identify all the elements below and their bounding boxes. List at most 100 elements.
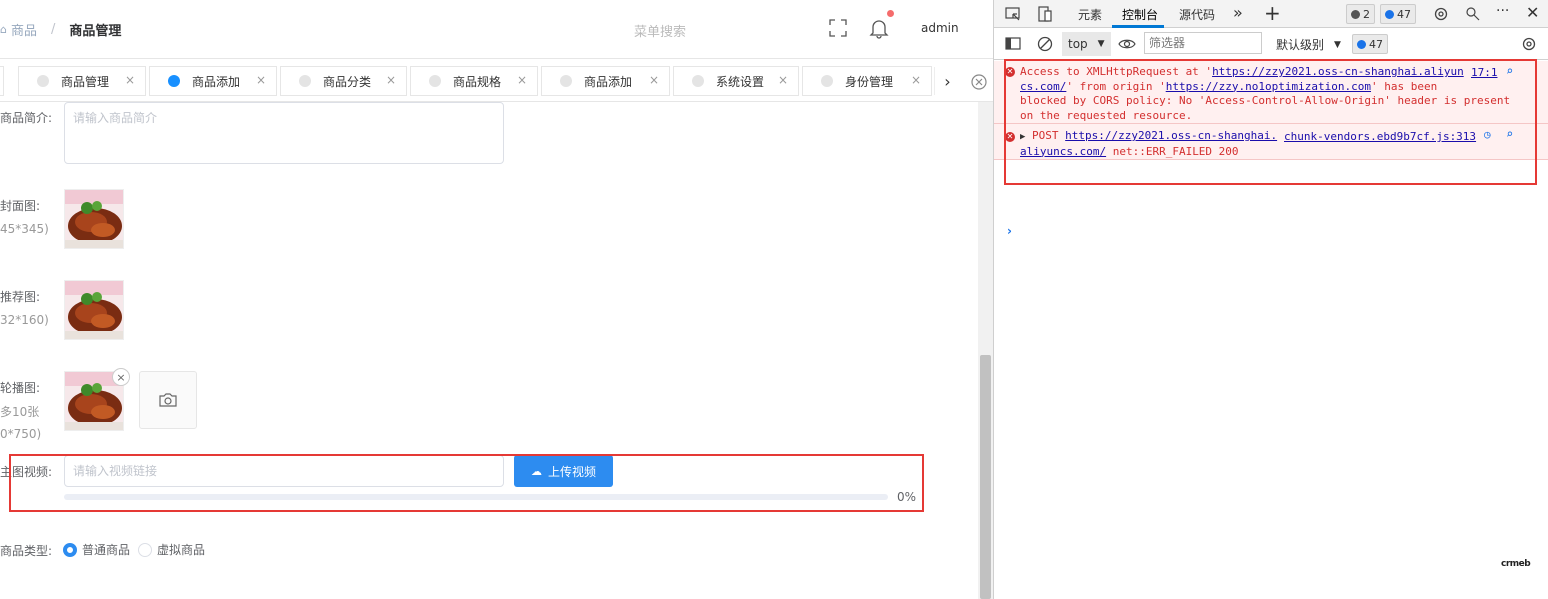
upload-image-button[interactable] — [139, 371, 197, 429]
carousel-size-hint: 0*750) — [0, 427, 42, 441]
radio-normal-goods[interactable]: 普通商品 — [63, 541, 130, 558]
close-devtools-icon[interactable]: ✕ — [1526, 3, 1539, 22]
add-tab-icon[interactable]: + — [1264, 1, 1281, 25]
close-icon[interactable]: × — [256, 73, 266, 87]
tab-system-settings[interactable]: 系统设置 × — [673, 66, 799, 96]
context-select[interactable]: top ▼ — [1062, 32, 1111, 56]
cover-image[interactable] — [64, 189, 124, 249]
tab-console[interactable]: 控制台 — [1122, 6, 1158, 23]
close-icon[interactable]: × — [386, 73, 396, 87]
clear-console-icon[interactable] — [1036, 35, 1054, 53]
message-count: 47 — [1397, 7, 1411, 21]
tab-dot — [429, 75, 441, 87]
intro-textarea[interactable]: 请输入商品简介 — [64, 102, 504, 164]
search-icon[interactable]: ⌕ — [1506, 127, 1513, 142]
tab-dot — [821, 75, 833, 87]
menu-search-input[interactable]: 菜单搜索 — [634, 21, 686, 40]
radio-label: 虚拟商品 — [157, 543, 206, 557]
error-line-2: cs.com/' from origin 'https://zzy.no1opt… — [1020, 79, 1438, 93]
error-count-badge[interactable]: 2 — [1346, 4, 1375, 24]
tags-view-bar: 商品管理 × 商品添加 × 商品分类 × 商品规格 × 商品添加 × 系统设置 … — [0, 58, 993, 102]
tab-goods-add-2[interactable]: 商品添加 × — [541, 66, 670, 96]
tab-label: 商品添加 — [192, 74, 241, 89]
home-icon[interactable]: ⌂ — [0, 23, 7, 36]
fullscreen-icon[interactable] — [829, 19, 847, 37]
origin-url-link[interactable]: https://zzy.no1optimization.com — [1166, 80, 1371, 93]
tab-role-manage[interactable]: 身份管理 × — [802, 66, 932, 96]
log-level-value: 默认级别 — [1276, 38, 1325, 52]
device-toolbar-icon[interactable] — [1036, 5, 1054, 23]
more-tabs-icon[interactable]: » — [1233, 3, 1243, 22]
breadcrumb: ⌂ 商品 / 商品管理 — [0, 20, 121, 39]
upload-progress-text: 0% — [897, 490, 917, 504]
toolbar-message-count: 47 — [1369, 37, 1383, 51]
network-icon[interactable]: ◷ — [1484, 128, 1491, 143]
upload-video-button[interactable]: ☁ 上传视频 — [514, 455, 613, 487]
tab-goods-manage[interactable]: 商品管理 × — [18, 66, 146, 96]
inspect-icon[interactable] — [1004, 5, 1022, 23]
tab-goods-category[interactable]: 商品分类 × — [280, 66, 407, 96]
cover-size-hint: 45*345) — [0, 222, 49, 236]
intro-label: 商品简介: — [0, 111, 53, 125]
source-link[interactable]: chunk-vendors.ebd9b7cf.js:313 — [1284, 130, 1476, 145]
console-prompt[interactable]: › — [1007, 224, 1012, 238]
gear-icon[interactable] — [1432, 5, 1450, 23]
devtools-panel: 元素 控制台 源代码 » + 2 47 ··· ✕ top ▼ 筛选器 默认级别… — [993, 0, 1548, 599]
close-all-tabs-icon[interactable] — [966, 69, 992, 95]
radio-circle — [138, 542, 152, 557]
error-url-link[interactable]: https://zzy2021.oss-cn-shanghai.aliyun — [1212, 65, 1464, 78]
close-icon[interactable]: × — [778, 73, 788, 87]
bell-icon[interactable] — [868, 17, 890, 39]
tab-elements[interactable]: 元素 — [1078, 6, 1102, 23]
source-link[interactable]: 17:1 — [1471, 66, 1498, 81]
toolbar-message-badge[interactable]: 47 — [1352, 34, 1388, 54]
eye-icon[interactable] — [1118, 35, 1136, 53]
close-icon[interactable]: × — [911, 73, 921, 87]
tab-label: 商品分类 — [323, 74, 372, 89]
console-error-post[interactable]: ✕ ▶ POST https://zzy2021.oss-cn-shanghai… — [994, 124, 1548, 160]
cover-label: 封面图: — [0, 199, 41, 213]
tab-partial[interactable] — [0, 66, 4, 96]
close-icon[interactable]: × — [517, 73, 527, 87]
log-level-select[interactable]: 默认级别 ▼ — [1276, 36, 1341, 53]
sidebar-toggle-icon[interactable] — [1004, 35, 1022, 53]
remove-image-icon[interactable]: × — [112, 368, 130, 386]
customize-icon[interactable] — [1464, 5, 1482, 23]
user-menu[interactable]: admin — [921, 21, 959, 35]
search-icon[interactable]: ⌕ — [1506, 64, 1513, 79]
breadcrumb-root[interactable]: 商品 — [11, 20, 37, 39]
radio-virtual-goods[interactable]: 虚拟商品 — [138, 541, 205, 558]
tab-label: 商品规格 — [453, 74, 502, 89]
post-url-link[interactable]: https://zzy2021.oss-cn-shanghai. — [1065, 129, 1277, 142]
watermark-logo: crmeb — [1501, 559, 1531, 569]
console-error-cors[interactable]: ✕ Access to XMLHttpRequest at 'https://z… — [994, 61, 1548, 124]
message-count-badge[interactable]: 47 — [1380, 4, 1416, 24]
error-count: 2 — [1363, 7, 1370, 21]
goods-type-label: 商品类型: — [0, 544, 53, 558]
scrollbar-thumb[interactable] — [980, 355, 991, 599]
video-url-input[interactable]: 请输入视频链接 — [64, 455, 504, 487]
chevron-right-icon[interactable]: › — [934, 67, 960, 95]
cloud-upload-icon: ☁ — [530, 464, 542, 478]
recommend-size-hint: 32*160) — [0, 313, 49, 327]
expand-arrow-icon[interactable]: ▶ — [1020, 132, 1025, 142]
error-line-3: blocked by CORS policy: No 'Access-Contr… — [1020, 94, 1511, 107]
close-icon[interactable]: × — [649, 73, 659, 87]
tab-goods-add[interactable]: 商品添加 × — [149, 66, 277, 96]
carousel-max-hint: 多10张 — [0, 405, 40, 419]
tab-label: 商品添加 — [584, 74, 633, 89]
recommend-image[interactable] — [64, 280, 124, 340]
recommend-label: 推荐图: — [0, 290, 41, 304]
close-icon[interactable]: × — [125, 73, 135, 87]
error-url-link-cont[interactable]: cs.com/ — [1020, 80, 1066, 93]
tab-sources[interactable]: 源代码 — [1179, 6, 1215, 23]
radio-circle — [63, 542, 77, 557]
console-settings-gear-icon[interactable] — [1520, 35, 1538, 53]
tab-label: 身份管理 — [845, 74, 894, 89]
error-line-1: Access to XMLHttpRequest at 'https://zzy… — [1020, 65, 1464, 78]
more-options-icon[interactable]: ··· — [1496, 3, 1509, 19]
filter-input[interactable]: 筛选器 — [1144, 32, 1262, 54]
post-url-link-cont[interactable]: aliyuncs.com/ — [1020, 145, 1106, 158]
tab-goods-spec[interactable]: 商品规格 × — [410, 66, 538, 96]
tab-dot — [37, 75, 49, 87]
